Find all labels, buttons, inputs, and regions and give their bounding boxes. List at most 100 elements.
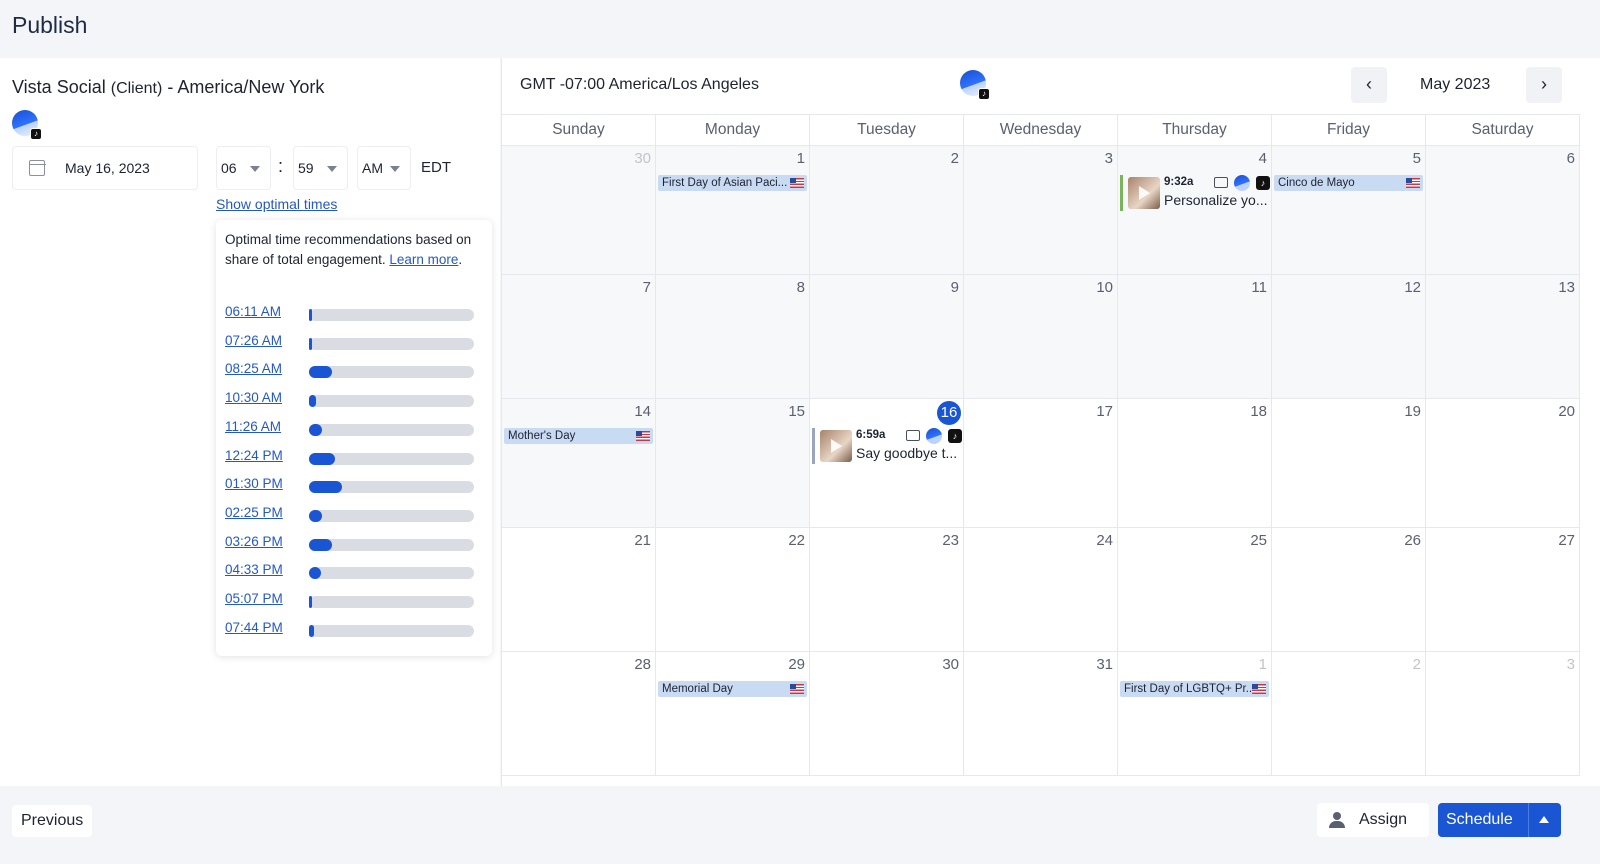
us-flag-icon xyxy=(790,178,804,188)
day-header-saturday: Saturday xyxy=(1426,114,1580,146)
optimal-times-popup: Optimal time recommendations based on sh… xyxy=(216,220,492,656)
calendar-day-cell[interactable]: 26 xyxy=(1272,528,1426,652)
next-month-button[interactable]: › xyxy=(1526,67,1562,103)
minute-select[interactable]: 59 xyxy=(293,146,348,190)
holiday-event[interactable]: First Day of Asian Paci... xyxy=(658,175,807,191)
calendar-day-cell[interactable]: 19 xyxy=(1272,399,1426,528)
previous-button[interactable]: Previous xyxy=(12,805,93,837)
post-time: 9:32a xyxy=(1164,176,1194,188)
day-number: 29 xyxy=(788,656,805,673)
calendar-day-cell[interactable]: 14 Mother's Day xyxy=(502,399,656,528)
engagement-bar-track xyxy=(309,509,474,522)
calendar-day-cell[interactable]: 4 9:32a ♪ Personalize yo... xyxy=(1118,146,1272,275)
learn-more-link[interactable]: Learn more xyxy=(389,252,458,267)
calendar-day-cell[interactable]: 28 xyxy=(502,652,656,776)
optimal-time-link[interactable]: 06:11 AM xyxy=(225,304,281,319)
engagement-bar-fill xyxy=(309,337,313,350)
calendar-day-cell[interactable]: 29 Memorial Day xyxy=(656,652,810,776)
day-number: 2 xyxy=(1412,656,1421,673)
calendar-day-cell[interactable]: 23 xyxy=(810,528,964,652)
calendar-day-cell[interactable]: 30 xyxy=(810,652,964,776)
calendar-day-cell[interactable]: 22 xyxy=(656,528,810,652)
calendar-day-cell[interactable]: 7 xyxy=(502,275,656,399)
calendar-day-cell[interactable]: 20 xyxy=(1426,399,1580,528)
holiday-event[interactable]: First Day of LGBTQ+ Pr... xyxy=(1120,681,1269,697)
calendar-day-cell[interactable]: 15 xyxy=(656,399,810,528)
calendar-day-cell[interactable]: 2 xyxy=(810,146,964,275)
tiktok-icon: ♪ xyxy=(978,88,990,100)
timezone-abbr: EDT xyxy=(421,159,451,176)
scheduled-post[interactable]: 6:59a ♪ Say goodbye t... xyxy=(812,428,962,464)
optimal-time-link[interactable]: 08:25 AM xyxy=(225,361,282,376)
ampm-select[interactable]: AM xyxy=(357,146,411,190)
calendar-day-cell[interactable]: 2 xyxy=(1272,652,1426,776)
assign-button[interactable]: Assign xyxy=(1317,803,1429,837)
schedule-button[interactable]: Schedule xyxy=(1438,803,1561,837)
account-timezone: - America/New York xyxy=(167,77,325,97)
day-number: 11 xyxy=(1251,279,1267,296)
show-optimal-times-link[interactable]: Show optimal times xyxy=(216,196,337,212)
calendar-day-cell[interactable]: 12 xyxy=(1272,275,1426,399)
calendar-day-cell[interactable]: 31 xyxy=(964,652,1118,776)
us-flag-icon xyxy=(790,684,804,694)
scheduled-post[interactable]: 9:32a ♪ Personalize yo... xyxy=(1120,175,1270,211)
calendar-day-cell[interactable]: 18 xyxy=(1118,399,1272,528)
optimal-time-link[interactable]: 07:44 PM xyxy=(225,620,283,635)
calendar-day-cell[interactable]: 3 xyxy=(964,146,1118,275)
engagement-bar-track xyxy=(309,596,474,608)
holiday-event[interactable]: Mother's Day xyxy=(504,428,653,444)
optimal-time-link[interactable]: 01:30 PM xyxy=(225,476,283,491)
calendar-panel: GMT -07:00 America/Los Angeles ♪ ‹ May 2… xyxy=(501,58,1600,786)
engagement-bar-fill xyxy=(309,452,336,465)
calendar-day-cell[interactable]: 13 xyxy=(1426,275,1580,399)
optimal-time-row: 01:30 PM xyxy=(225,476,487,494)
engagement-bar-fill xyxy=(309,309,312,321)
calendar-day-cell[interactable]: 10 xyxy=(964,275,1118,399)
calendar-day-cell[interactable]: 3 xyxy=(1426,652,1580,776)
calendar-day-cell[interactable]: 1 First Day of LGBTQ+ Pr... xyxy=(1118,652,1272,776)
calendar-day-cell[interactable]: 21 xyxy=(502,528,656,652)
optimal-time-link[interactable]: 04:33 PM xyxy=(225,562,283,577)
calendar-day-cell[interactable]: 30 xyxy=(502,146,656,275)
calendar-day-cell[interactable]: 27 xyxy=(1426,528,1580,652)
calendar-day-cell[interactable]: 1 First Day of Asian Paci... xyxy=(656,146,810,275)
calendar-day-cell[interactable]: 9 xyxy=(810,275,964,399)
holiday-event[interactable]: Memorial Day xyxy=(658,681,807,697)
engagement-bar-fill xyxy=(309,538,333,551)
calendar-day-cell[interactable]: 24 xyxy=(964,528,1118,652)
calendar-day-cell[interactable]: 25 xyxy=(1118,528,1272,652)
optimal-time-row: 05:07 PM xyxy=(225,591,487,609)
calendar-day-cell[interactable]: 8 xyxy=(656,275,810,399)
chevron-down-icon xyxy=(327,166,337,172)
optimal-time-row: 04:33 PM xyxy=(225,562,487,580)
optimal-time-link[interactable]: 03:26 PM xyxy=(225,534,283,549)
calendar-day-cell[interactable]: 11 xyxy=(1118,275,1272,399)
day-header-friday: Friday xyxy=(1272,114,1426,146)
calendar-day-cell[interactable]: 6 xyxy=(1426,146,1580,275)
engagement-bar-track xyxy=(309,395,474,408)
month-label: May 2023 xyxy=(1420,76,1491,93)
calendar-day-cell[interactable]: 5 Cinco de Mayo xyxy=(1272,146,1426,275)
optimal-time-link[interactable]: 02:25 PM xyxy=(225,505,283,520)
day-number: 16 xyxy=(937,401,961,425)
optimal-time-link[interactable]: 12:24 PM xyxy=(225,448,283,463)
calendar-profile-avatar[interactable]: ♪ xyxy=(960,70,990,100)
optimal-time-link[interactable]: 07:26 AM xyxy=(225,333,282,348)
post-text: Personalize yo... xyxy=(1164,192,1268,208)
calendar-grid: Sunday Monday Tuesday Wednesday Thursday Frid… xyxy=(502,114,1600,776)
holiday-event[interactable]: Cinco de Mayo xyxy=(1274,175,1423,191)
optimal-time-link[interactable]: 10:30 AM xyxy=(225,390,282,405)
account-name: Vista Social xyxy=(12,77,106,97)
calendar-day-cell[interactable]: 16 6:59a ♪ Say goodbye t... xyxy=(810,399,964,528)
day-number: 3 xyxy=(1104,150,1113,167)
tiktok-icon: ♪ xyxy=(1256,176,1270,190)
prev-month-button[interactable]: ‹ xyxy=(1351,67,1387,103)
optimal-time-row: 03:26 PM xyxy=(225,534,487,552)
optimal-time-link[interactable]: 05:07 PM xyxy=(225,591,283,606)
date-picker[interactable]: May 16, 2023 xyxy=(12,146,198,190)
optimal-time-link[interactable]: 11:26 AM xyxy=(225,419,281,434)
calendar-day-cell[interactable]: 17 xyxy=(964,399,1118,528)
profile-avatar[interactable]: ♪ xyxy=(12,110,42,140)
hour-select[interactable]: 06 xyxy=(216,146,271,190)
chevron-up-icon[interactable] xyxy=(1539,816,1549,823)
